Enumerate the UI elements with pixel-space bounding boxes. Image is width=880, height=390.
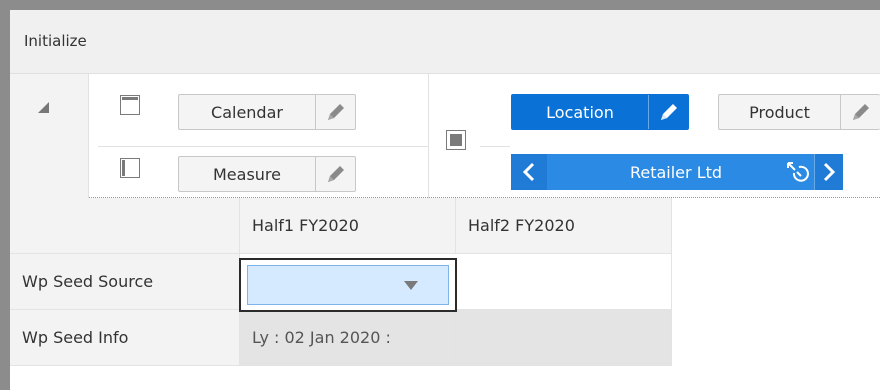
chevron-left-icon [522,162,535,182]
grid-cell-readonly [456,310,672,366]
measure-dimension-button[interactable]: Measure [178,156,356,192]
product-edit-button[interactable] [840,95,880,129]
seed-source-dropdown[interactable] [247,265,449,305]
pivot-toolbar: Calendar Measure Location Product Retail… [10,74,880,198]
location-label: Location [546,102,614,122]
collapse-toolbar-button[interactable] [10,74,88,198]
divider [88,74,89,198]
product-dimension-button[interactable]: Product [718,94,880,130]
pencil-icon [660,104,677,120]
view-title: Initialize [24,32,87,50]
previous-member-button[interactable] [511,154,547,190]
divider [480,146,510,147]
chevron-right-icon [823,162,836,182]
calendar-edit-button[interactable] [315,95,355,129]
layout-row-icon [120,95,140,115]
layout-page-icon [446,130,466,150]
workbook-frame: Initialize Calendar Measure Location Pro… [0,0,880,390]
layout-column-icon [120,158,140,178]
pencil-icon [327,166,344,182]
row-header[interactable]: Wp Seed Source [10,254,240,310]
grid-cell[interactable] [456,254,672,310]
row-header[interactable]: Wp Seed Info [10,310,240,366]
column-header[interactable]: Half1 FY2020 [240,198,456,254]
product-label: Product [749,102,810,122]
next-member-button[interactable] [815,154,843,190]
reset-pointer-icon [786,162,809,182]
view-title-bar: Initialize [10,10,880,74]
grid-cell-readonly: Ly : 02 Jan 2020 : [240,310,456,366]
grid-corner-cell [10,198,240,254]
measure-edit-button[interactable] [315,157,355,191]
reset-member-button[interactable] [779,154,815,190]
calendar-dimension-button[interactable]: Calendar [178,94,356,130]
calendar-label: Calendar [211,102,283,122]
location-dimension-button[interactable]: Location [511,94,689,130]
divider [428,74,429,198]
pencil-icon [327,104,344,120]
pencil-icon [852,104,869,120]
page-member-pager: Retailer Ltd [511,154,843,190]
location-edit-button[interactable] [648,95,688,129]
dropdown-arrow-icon [404,280,418,290]
column-header[interactable]: Half2 FY2020 [456,198,672,254]
current-page-member[interactable]: Retailer Ltd [547,154,779,190]
measure-label: Measure [213,164,281,184]
collapse-triangle-icon [38,102,49,113]
divider [98,146,428,147]
seed-source-cell-editor [239,258,457,312]
